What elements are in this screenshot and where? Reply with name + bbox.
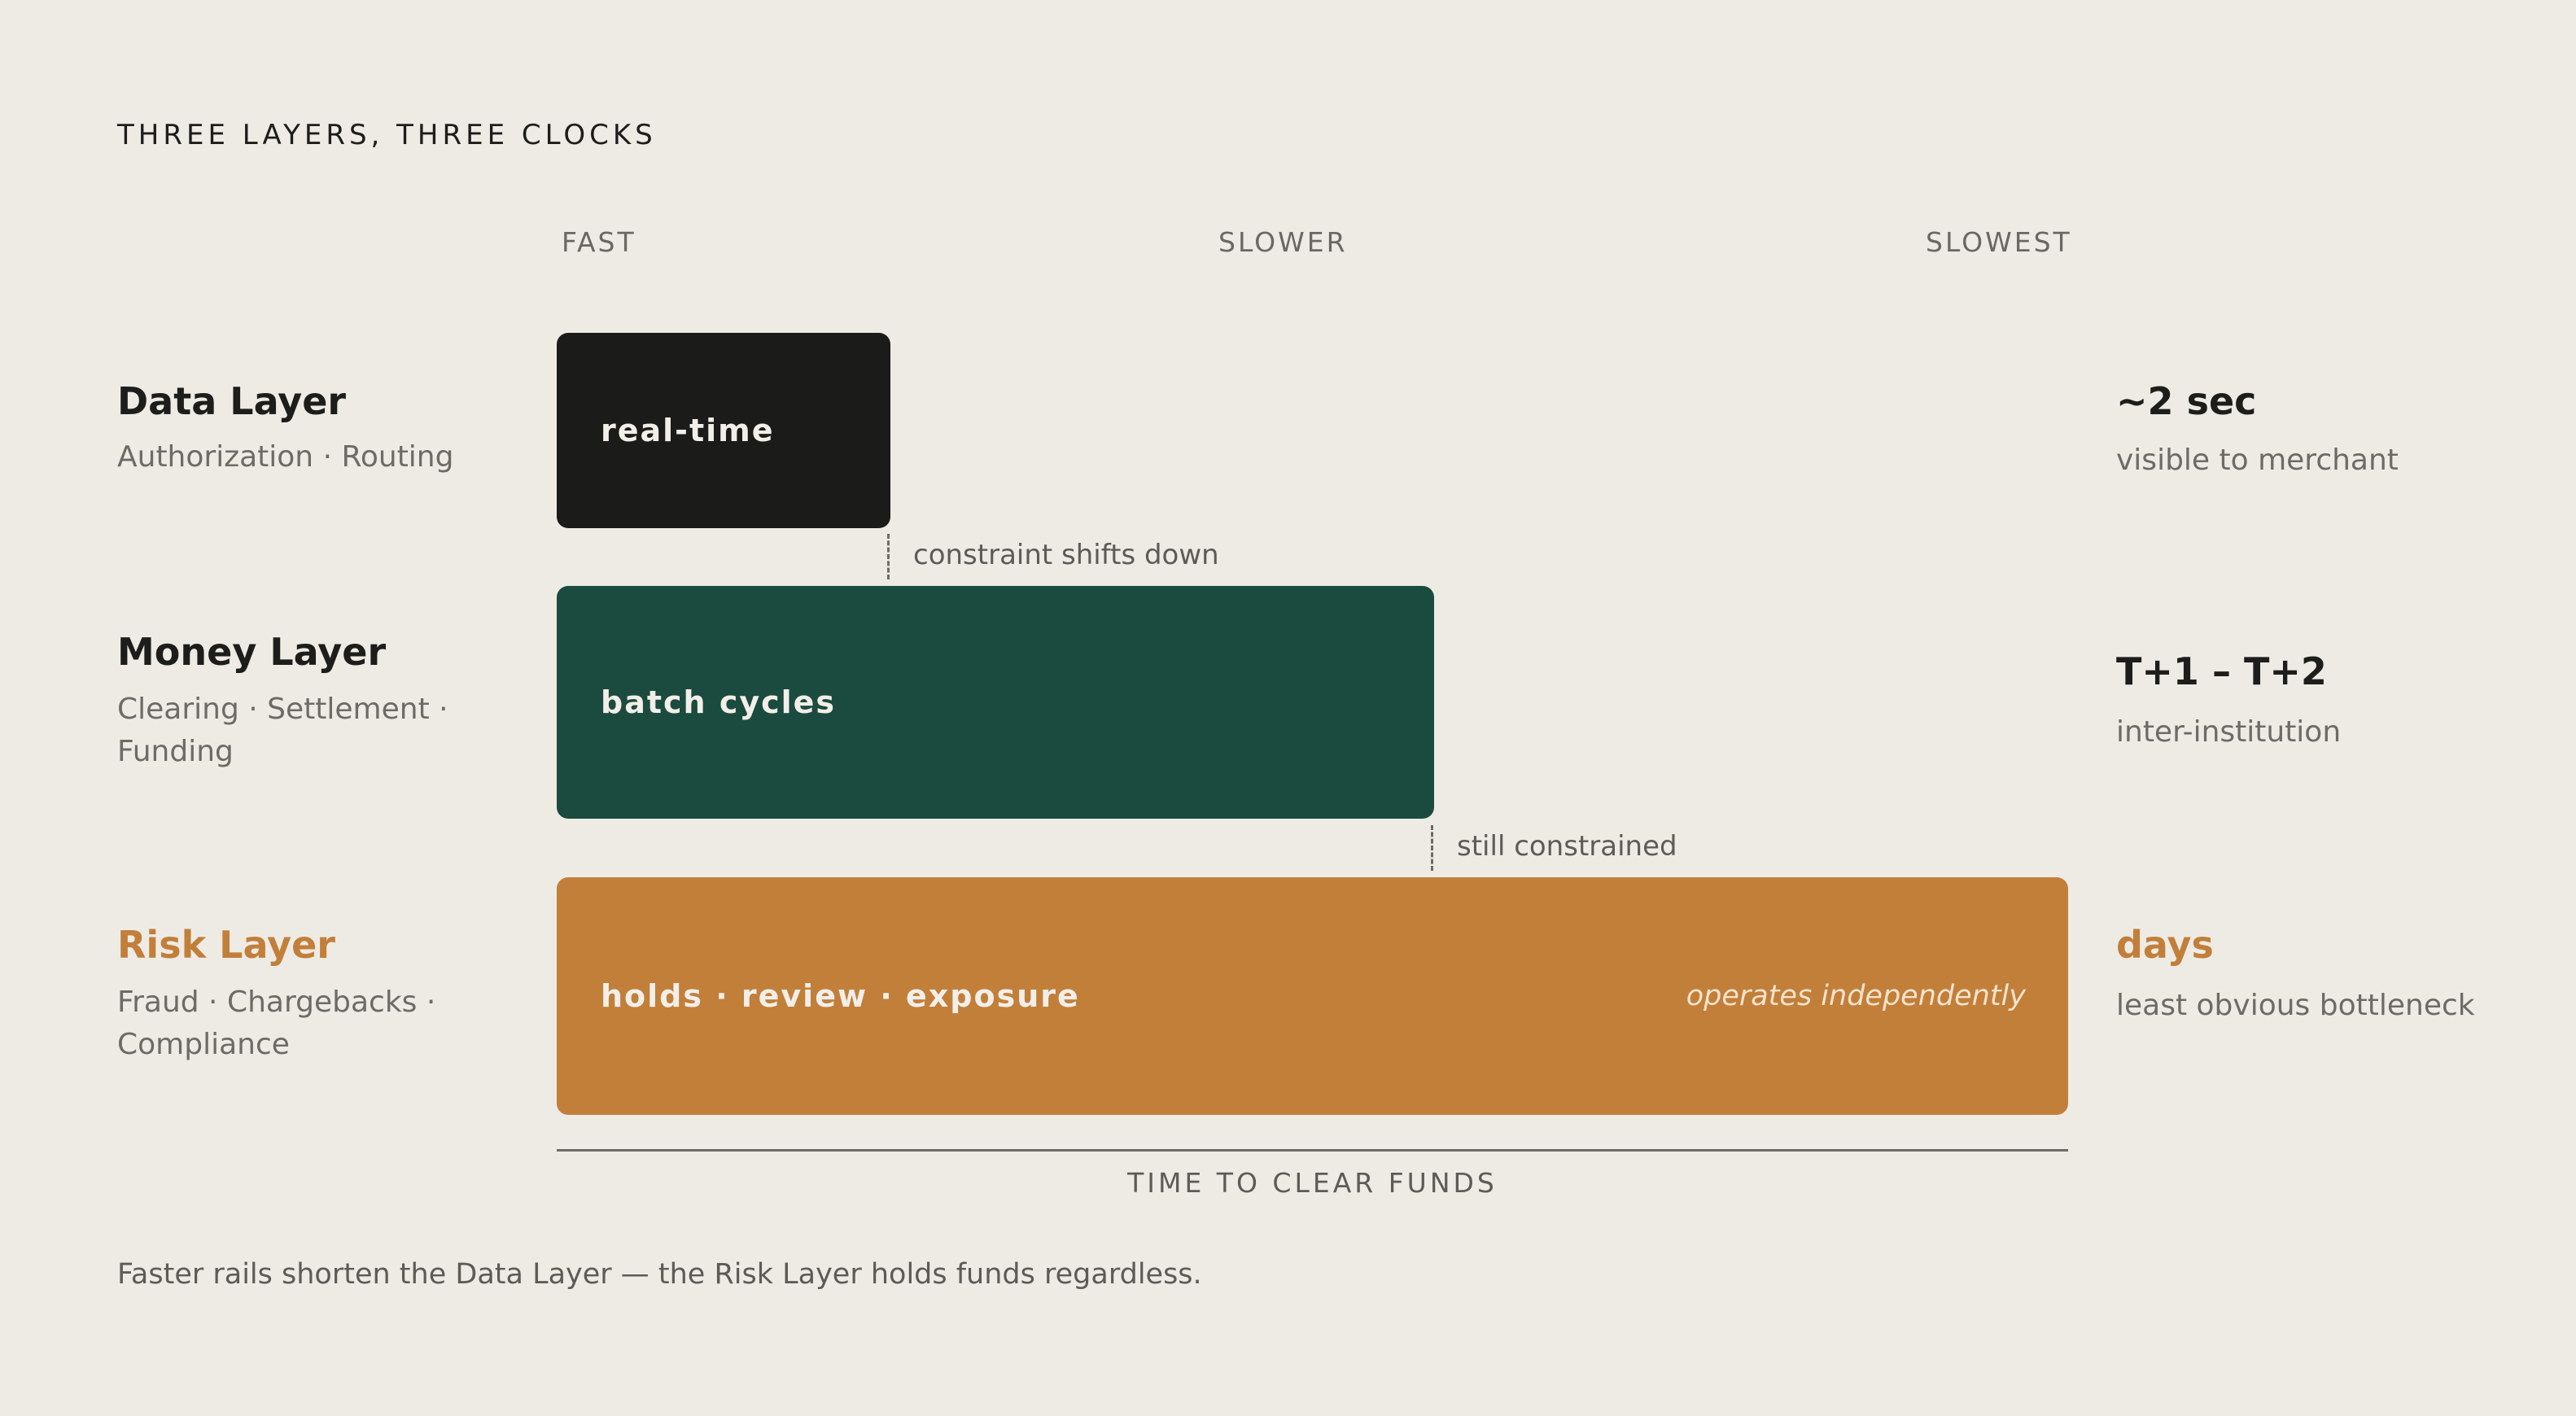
time-axis-label: TIME TO CLEAR FUNDS bbox=[1127, 1167, 1498, 1199]
diagram-title: THREE LAYERS, THREE CLOCKS bbox=[117, 119, 657, 151]
risk-layer-name: Risk Layer bbox=[117, 923, 335, 967]
time-axis-line bbox=[557, 1149, 2068, 1152]
data-layer-bar: real-time bbox=[557, 333, 890, 528]
risk-layer-bar: holds · review · exposure operates indep… bbox=[557, 877, 2068, 1115]
footnote: Faster rails shorten the Data Layer — th… bbox=[117, 1258, 1202, 1291]
scale-label-slower: SLOWER bbox=[1218, 226, 1348, 258]
connector-line-2 bbox=[1431, 825, 1433, 871]
risk-layer-metric: days bbox=[2116, 923, 2214, 967]
data-layer-name: Data Layer bbox=[117, 379, 347, 423]
connector-label-1: constraint shifts down bbox=[913, 539, 1219, 571]
data-layer-metric: ~2 sec bbox=[2116, 379, 2257, 423]
data-layer-bar-label: real-time bbox=[601, 413, 775, 448]
money-layer-metric-sub: inter-institution bbox=[2116, 715, 2342, 749]
money-layer-name: Money Layer bbox=[117, 630, 387, 674]
risk-layer-bar-label: holds · review · exposure bbox=[601, 978, 1080, 1014]
data-layer-metric-sub: visible to merchant bbox=[2116, 444, 2399, 477]
risk-layer-metric-sub: least obvious bottleneck bbox=[2116, 989, 2475, 1022]
connector-label-2: still constrained bbox=[1457, 830, 1677, 863]
risk-layer-subtitle: Fraud · Chargebacks · Compliance bbox=[117, 986, 436, 1061]
connector-line-1 bbox=[887, 534, 890, 579]
scale-label-slowest: SLOWEST bbox=[1926, 226, 2072, 258]
scale-label-fast: FAST bbox=[562, 226, 636, 258]
money-layer-subtitle: Clearing · Settlement · Funding bbox=[117, 693, 448, 768]
risk-layer-bar-note: operates independently bbox=[1686, 980, 2026, 1012]
money-layer-metric: T+1 – T+2 bbox=[2116, 649, 2327, 693]
money-layer-bar-label: batch cycles bbox=[601, 684, 837, 720]
money-layer-bar: batch cycles bbox=[557, 586, 1434, 819]
data-layer-subtitle: Authorization · Routing bbox=[117, 440, 454, 474]
